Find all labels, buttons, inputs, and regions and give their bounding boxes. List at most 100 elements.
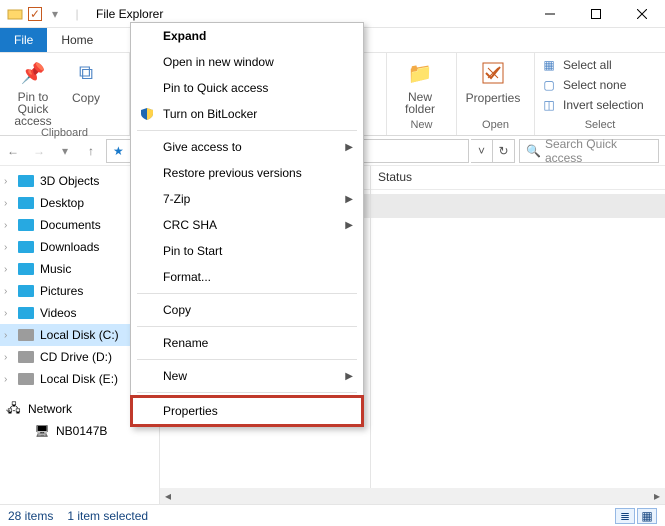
pin-to-quick-access-button[interactable]: 📌 Pin to Quick access [6, 57, 60, 127]
label: Pin to Quick access [6, 91, 60, 127]
drive-folder-icon [18, 305, 34, 321]
menu-item-crc-sha[interactable]: CRC SHA ▶ [131, 212, 363, 238]
horizontal-scrollbar[interactable]: ◂ ▸ [160, 488, 665, 504]
menu-item-pin-to-quick-access[interactable]: Pin to Quick access [131, 75, 363, 101]
menu-item-give-access-to[interactable]: Give access to ▶ [131, 134, 363, 160]
tab-home[interactable]: Home [47, 28, 107, 52]
label: New folder [393, 91, 447, 115]
folder-icon [6, 5, 24, 23]
window-controls [527, 0, 665, 28]
chevron-right-icon: › [4, 352, 7, 363]
menu-item-label: Copy [163, 303, 191, 317]
chevron-right-icon: › [4, 176, 7, 187]
maximize-button[interactable] [573, 0, 619, 28]
invert-icon: ◫ [541, 97, 557, 113]
nav-item-label: Downloads [40, 240, 99, 254]
menu-item-label: Properties [163, 404, 218, 418]
menu-item-label: Restore previous versions [163, 166, 302, 180]
menu-item-properties[interactable]: Properties [131, 396, 363, 426]
computer-icon: 🖥 [34, 423, 50, 439]
label: Properties [466, 91, 521, 105]
select-all-button[interactable]: ▦Select all [541, 57, 644, 73]
nav-item-label: Network [28, 402, 72, 416]
close-button[interactable] [619, 0, 665, 28]
context-menu: Expand Open in new window Pin to Quick acc… [130, 22, 364, 427]
properties-icon [477, 57, 509, 89]
divider-icon: | [68, 5, 86, 23]
drive-folder-icon [18, 217, 34, 233]
invert-selection-button[interactable]: ◫Invert selection [541, 97, 644, 113]
menu-item-label: 7-Zip [163, 192, 190, 206]
nav-item-label: CD Drive (D:) [40, 350, 112, 364]
menu-item-label: New [163, 369, 187, 383]
menu-item-label: Give access to [163, 140, 242, 154]
refresh-button[interactable]: ↻ [493, 139, 515, 163]
window-title: File Explorer [96, 7, 163, 21]
chevron-right-icon: › [4, 264, 7, 275]
menu-item-open-in-new-window[interactable]: Open in new window [131, 49, 363, 75]
drive-folder-icon [18, 283, 34, 299]
nav-back-button[interactable]: ← [0, 138, 26, 164]
copy-icon: ⧉ [70, 57, 102, 89]
chevron-right-icon: › [4, 374, 7, 385]
menu-item-copy[interactable]: Copy [131, 297, 363, 323]
tab-file[interactable]: File [0, 28, 47, 52]
nav-item-label: Desktop [40, 196, 84, 210]
menu-item-turn-on-bitlocker[interactable]: Turn on BitLocker [131, 101, 363, 127]
dropdown-icon[interactable]: ▾ [46, 5, 64, 23]
select-none-icon: ▢ [541, 77, 557, 93]
menu-item-restore-previous-versions[interactable]: Restore previous versions [131, 160, 363, 186]
nav-item-label: 3D Objects [40, 174, 99, 188]
nav-forward-button[interactable]: → [26, 138, 52, 164]
nav-item-label: Local Disk (C:) [40, 328, 119, 342]
nav-item-label: Pictures [40, 284, 83, 298]
shield-icon [139, 106, 155, 122]
nav-item-label: Local Disk (E:) [40, 372, 118, 386]
menu-separator [137, 293, 357, 294]
chevron-down-icon: ⌄ [4, 404, 12, 415]
minimize-button[interactable] [527, 0, 573, 28]
scroll-left-icon[interactable]: ◂ [160, 488, 176, 504]
nav-recent-button[interactable]: ▾ [52, 138, 78, 164]
scroll-track[interactable] [176, 488, 649, 504]
nav-item-label: NB0147B [56, 424, 107, 438]
details-view-button[interactable]: ≣ [615, 508, 635, 524]
menu-item-label: Turn on BitLocker [163, 107, 257, 121]
menu-item-label: Expand [163, 29, 206, 43]
menu-separator [137, 326, 357, 327]
new-folder-icon: 📁 [404, 57, 436, 89]
chevron-right-icon: ▶ [345, 142, 353, 153]
menu-separator [137, 359, 357, 360]
address-dropdown-button[interactable]: ˅ [471, 139, 493, 163]
menu-item-label: CRC SHA [163, 218, 217, 232]
column-status[interactable]: Status [370, 166, 420, 189]
properties-button[interactable]: Properties [463, 57, 523, 105]
menu-item-expand[interactable]: Expand [131, 23, 363, 49]
menu-separator [137, 130, 357, 131]
nav-up-button[interactable]: ↑ [78, 138, 104, 164]
drive-folder-icon [18, 239, 34, 255]
search-input[interactable]: 🔍 Search Quick access [519, 139, 659, 163]
menu-item-format-[interactable]: Format... [131, 264, 363, 290]
menu-item-label: Pin to Quick access [163, 81, 268, 95]
chevron-right-icon: › [4, 198, 7, 209]
chevron-right-icon: › [4, 330, 7, 341]
chevron-right-icon: ▶ [345, 220, 353, 231]
menu-item-new[interactable]: New▶ [131, 363, 363, 389]
chevron-right-icon: › [4, 308, 7, 319]
label: Copy [72, 91, 100, 105]
menu-separator [137, 392, 357, 393]
menu-item-rename[interactable]: Rename [131, 330, 363, 356]
menu-item-7-zip[interactable]: 7-Zip▶ [131, 186, 363, 212]
menu-item-label: Pin to Start [163, 244, 222, 258]
thumbnails-view-button[interactable]: ▦ [637, 508, 657, 524]
item-count: 28 items [8, 509, 53, 523]
copy-button[interactable]: ⧉ Copy [66, 57, 106, 105]
ribbon-group-open: Properties Open [457, 53, 535, 135]
checkbox-icon[interactable]: ✓ [28, 7, 42, 21]
new-folder-button[interactable]: 📁 New folder [393, 57, 447, 115]
menu-item-pin-to-start[interactable]: Pin to Start [131, 238, 363, 264]
chevron-right-icon: › [4, 220, 7, 231]
select-none-button[interactable]: ▢Select none [541, 77, 644, 93]
scroll-right-icon[interactable]: ▸ [649, 488, 665, 504]
